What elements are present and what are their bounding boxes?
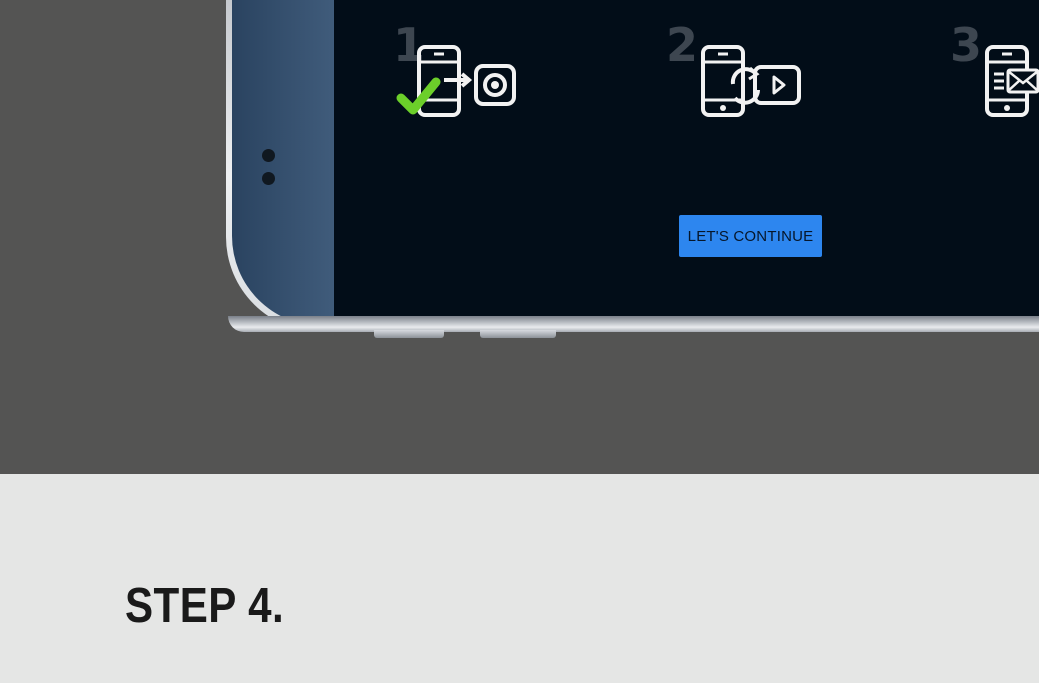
step-title: STEP 4.	[125, 579, 285, 633]
continue-button[interactable]: LET'S CONTINUE	[679, 215, 822, 257]
hero-section: 1 2 3 LET'S CONTINUE	[0, 0, 1039, 474]
phone-rim	[228, 316, 1039, 332]
phone-sensor	[262, 172, 275, 185]
phone-sensor	[262, 149, 275, 162]
phone-transfer-camera-icon	[396, 45, 516, 117]
step-content-section: STEP 4.	[0, 474, 1039, 683]
phone-side-button	[374, 330, 444, 338]
phone-sync-video-icon	[701, 45, 801, 117]
step-number-2: 2	[666, 18, 699, 72]
phone-side-button	[480, 330, 556, 338]
step-number-3: 3	[950, 18, 983, 72]
phone-mail-icon	[985, 45, 1039, 117]
